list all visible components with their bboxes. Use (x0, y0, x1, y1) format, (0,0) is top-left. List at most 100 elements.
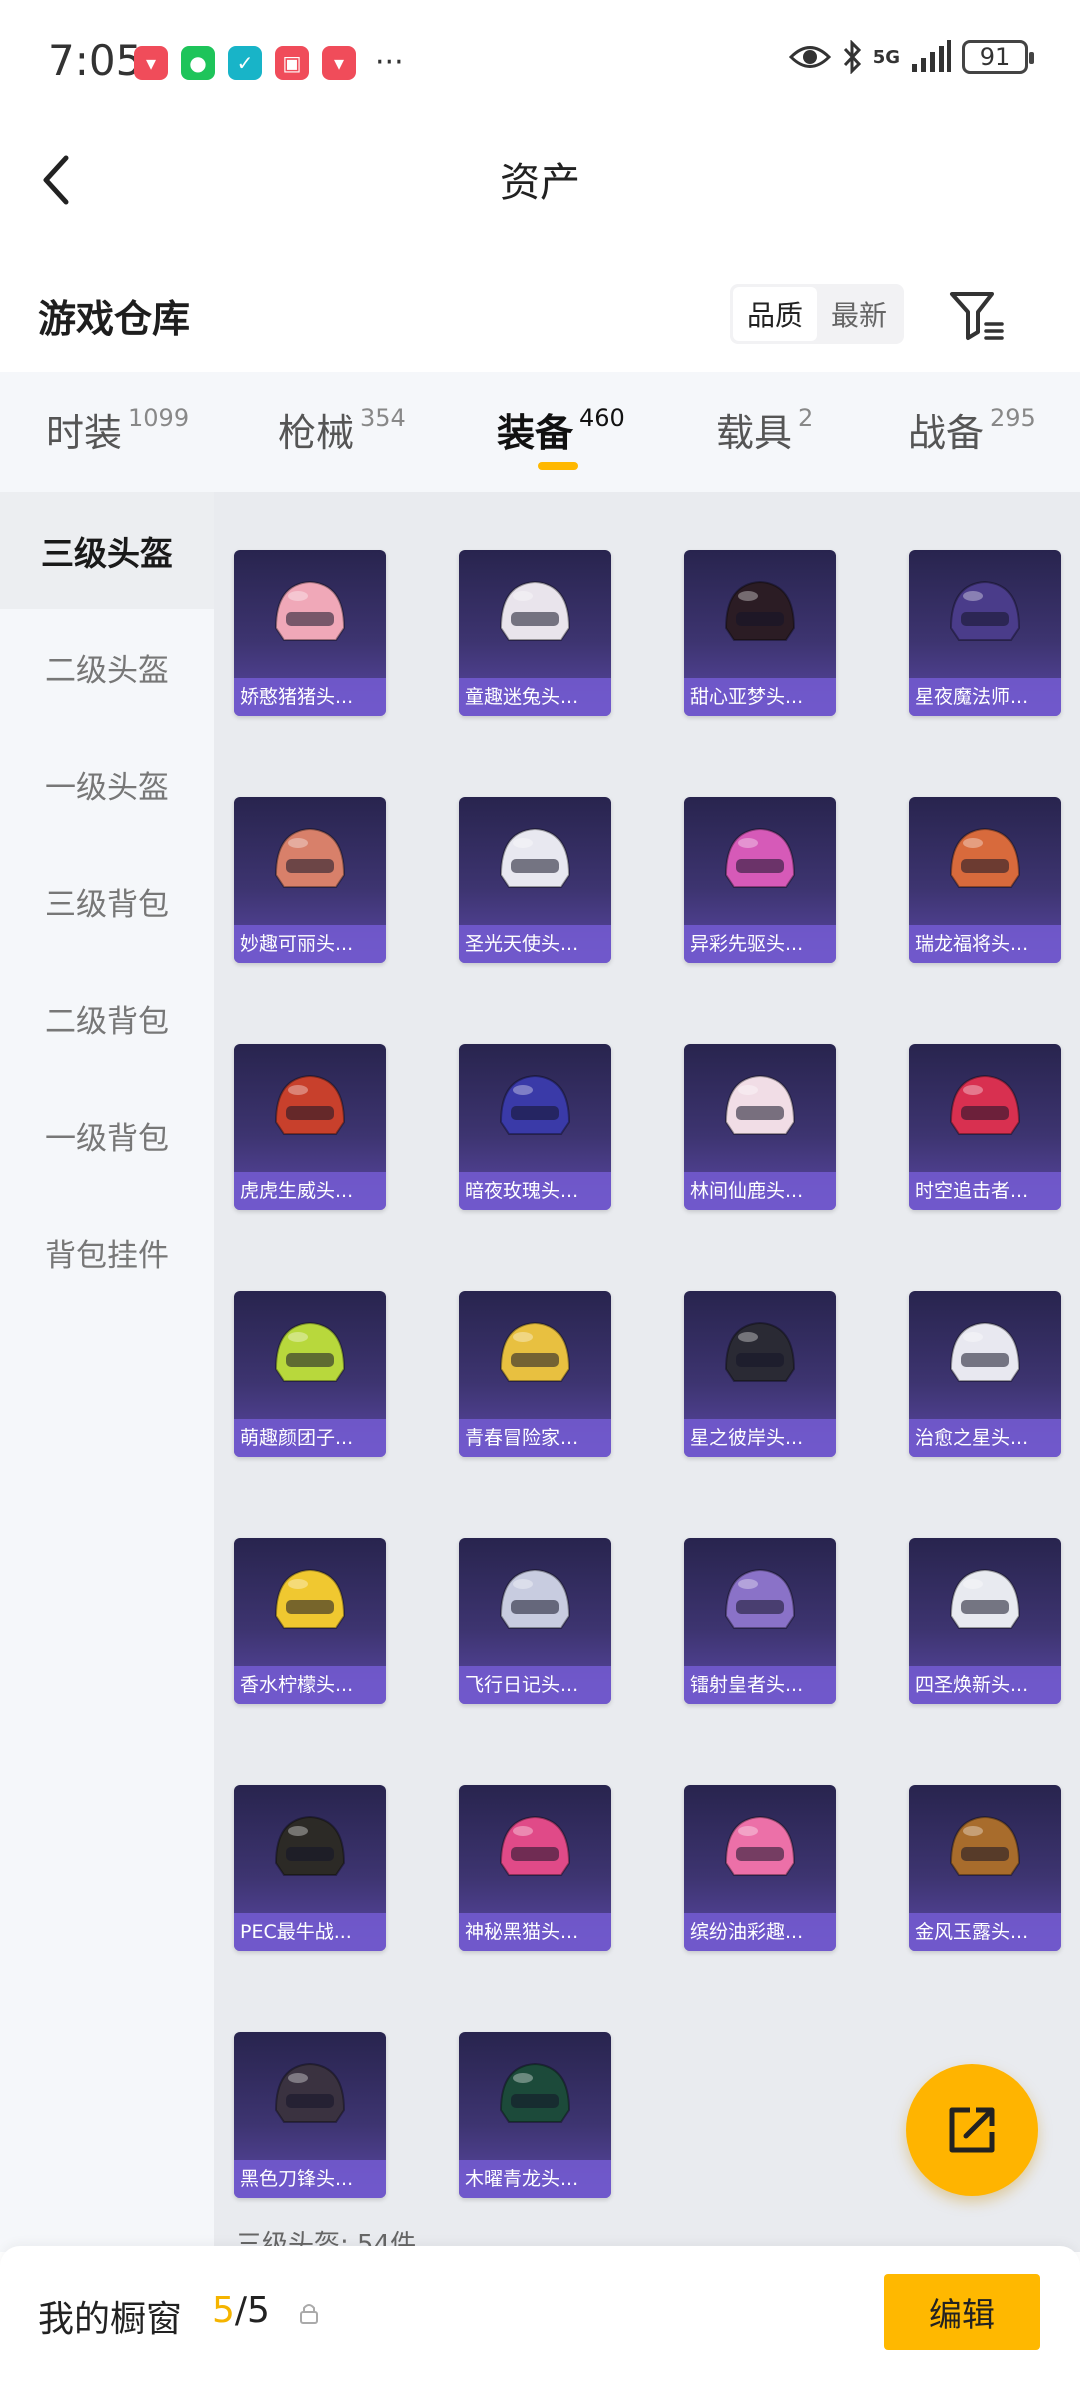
item-card[interactable]: 飞行日记头... (459, 1538, 611, 1704)
item-card[interactable]: 萌趣颜团子... (234, 1291, 386, 1457)
item-card[interactable]: 瑞龙福将头... (909, 797, 1061, 963)
item-card[interactable]: 青春冒险家... (459, 1291, 611, 1457)
showcase-label: 我的橱窗 (38, 2299, 183, 2340)
sidebar-item-level1-backpack[interactable]: 一级背包 (0, 1077, 214, 1194)
share-button[interactable] (906, 2064, 1038, 2196)
helmet-icon (724, 1568, 796, 1629)
tab-vehicles[interactable]: 载具 2 (716, 402, 813, 457)
tab-label: 枪械 (278, 411, 355, 455)
item-card[interactable]: 时空追击者... (909, 1044, 1061, 1210)
edit-button[interactable]: 编辑 (884, 2274, 1040, 2350)
helmet-icon (724, 1074, 796, 1135)
sort-quality-option[interactable]: 品质 (733, 287, 817, 341)
filter-icon[interactable] (948, 288, 1006, 344)
wechat-icon: ● (181, 46, 215, 80)
gift-app-icon: ▣ (275, 46, 309, 80)
tab-count: 1099 (128, 404, 190, 432)
status-notification-icons: ▾ ● ✓ ▣ ▾ ··· (134, 46, 404, 80)
status-system-icons: 5G 91 (788, 40, 1034, 74)
item-grid: 娇憨猪猪头... 童趣迷兔头... 甜心亚梦头... 星夜魔法师... 妙趣可丽头...… (234, 550, 1061, 2198)
helmet-icon (499, 1321, 571, 1382)
item-name: 娇憨猪猪头... (240, 686, 354, 708)
item-card[interactable]: 异彩先驱头... (684, 797, 836, 963)
helmet-icon (499, 1074, 571, 1135)
item-card[interactable]: 木曜青龙头... (459, 2032, 611, 2198)
item-name: 镭射皇者头... (690, 1674, 804, 1696)
item-name: 时空追击者... (915, 1180, 1029, 1202)
item-card[interactable]: 金风玉露头... (909, 1785, 1061, 1951)
sidebar-item-level3-backpack[interactable]: 三级背包 (0, 843, 214, 960)
helmet-icon (274, 1074, 346, 1135)
item-name: 治愈之星头... (915, 1427, 1029, 1449)
helmet-icon (499, 1815, 571, 1876)
item-card[interactable]: PEC最牛战... (234, 1785, 386, 1951)
helmet-icon (949, 1568, 1021, 1629)
item-name: 林间仙鹿头... (690, 1180, 804, 1202)
warehouse-header: 游戏仓库 品质 最新 (0, 262, 1080, 372)
item-card[interactable]: 星夜魔法师... (909, 550, 1061, 716)
sidebar-item-level1-helmet[interactable]: 一级头盔 (0, 726, 214, 843)
tab-label: 载具 (716, 411, 793, 455)
status-bar: 7:05 ▾ ● ✓ ▣ ▾ ··· 5G 91 (0, 0, 1080, 124)
item-card[interactable]: 四圣焕新头... (909, 1538, 1061, 1704)
sidebar-item-level2-backpack[interactable]: 二级背包 (0, 960, 214, 1077)
item-card[interactable]: 香水柠檬头... (234, 1538, 386, 1704)
item-card[interactable]: 缤纷油彩趣... (684, 1785, 836, 1951)
battery-icon: 91 (962, 40, 1034, 74)
item-card[interactable]: 圣光天使头... (459, 797, 611, 963)
helmet-icon (499, 580, 571, 641)
sidebar-item-level2-helmet[interactable]: 二级头盔 (0, 609, 214, 726)
tab-gear[interactable]: 战备 295 (908, 402, 1036, 457)
item-card[interactable]: 林间仙鹿头... (684, 1044, 836, 1210)
sort-newest-option[interactable]: 最新 (817, 287, 901, 341)
tab-label: 时装 (46, 411, 123, 455)
item-card[interactable]: 娇憨猪猪头... (234, 550, 386, 716)
subcategory-sidebar: 三级头盔 二级头盔 一级头盔 三级背包 二级背包 一级背包 背包挂件 (0, 492, 214, 2252)
helmet-icon (499, 1568, 571, 1629)
item-card[interactable]: 甜心亚梦头... (684, 550, 836, 716)
item-card[interactable]: 虎虎生威头... (234, 1044, 386, 1210)
eye-icon (788, 46, 831, 68)
item-card[interactable]: 星之彼岸头... (684, 1291, 836, 1457)
item-grid-area: 娇憨猪猪头... 童趣迷兔头... 甜心亚梦头... 星夜魔法师... 妙趣可丽头...… (214, 492, 1080, 2252)
page-title: 资产 (500, 160, 580, 206)
sidebar-item-backpack-pendant[interactable]: 背包挂件 (0, 1194, 214, 1311)
item-name: 香水柠檬头... (240, 1674, 354, 1696)
item-name: 虎虎生威头... (240, 1180, 354, 1202)
shopping-app-icon: ▾ (134, 46, 168, 80)
sidebar-item-level3-helmet[interactable]: 三级头盔 (0, 492, 214, 609)
tab-firearms[interactable]: 枪械 354 (278, 402, 406, 457)
helmet-icon (274, 580, 346, 641)
helmet-icon (499, 827, 571, 888)
item-name: 萌趣颜团子... (240, 1427, 354, 1449)
item-name: 金风玉露头... (915, 1921, 1029, 1943)
item-name: 缤纷油彩趣... (690, 1921, 804, 1943)
helmet-icon (949, 1815, 1021, 1876)
item-card[interactable]: 暗夜玫瑰头... (459, 1044, 611, 1210)
signal-icon (912, 40, 951, 72)
item-card[interactable]: 妙趣可丽头... (234, 797, 386, 963)
tab-fashion[interactable]: 时装 1099 (46, 402, 189, 457)
item-name: 妙趣可丽头... (240, 933, 354, 955)
showcase-current: 5 (212, 2290, 235, 2331)
item-card[interactable]: 童趣迷兔头... (459, 550, 611, 716)
category-tabs: 时装 1099 枪械 354 装备 460 载具 2 战备 295 (0, 372, 1080, 492)
item-name: 黑色刀锋头... (240, 2168, 354, 2190)
tab-count: 295 (990, 404, 1036, 432)
item-card[interactable]: 黑色刀锋头... (234, 2032, 386, 2198)
more-notifications-icon: ··· (375, 45, 404, 80)
item-name: 青春冒险家... (465, 1427, 579, 1449)
tab-equipment[interactable]: 装备 460 (497, 402, 625, 457)
tab-label: 战备 (908, 411, 985, 455)
item-name: 四圣焕新头... (915, 1674, 1029, 1696)
top-nav: 资产 (0, 124, 1080, 234)
item-card[interactable]: 镭射皇者头... (684, 1538, 836, 1704)
item-name: 暗夜玫瑰头... (465, 1180, 579, 1202)
item-card[interactable]: 治愈之星头... (909, 1291, 1061, 1457)
item-name: 瑞龙福将头... (915, 933, 1029, 955)
item-card[interactable]: 神秘黑猫头... (459, 1785, 611, 1951)
item-name: 甜心亚梦头... (690, 686, 804, 708)
shield-app-icon: ✓ (228, 46, 262, 80)
item-name: 星之彼岸头... (690, 1427, 804, 1449)
showcase-count: 5/5 (212, 2290, 270, 2331)
